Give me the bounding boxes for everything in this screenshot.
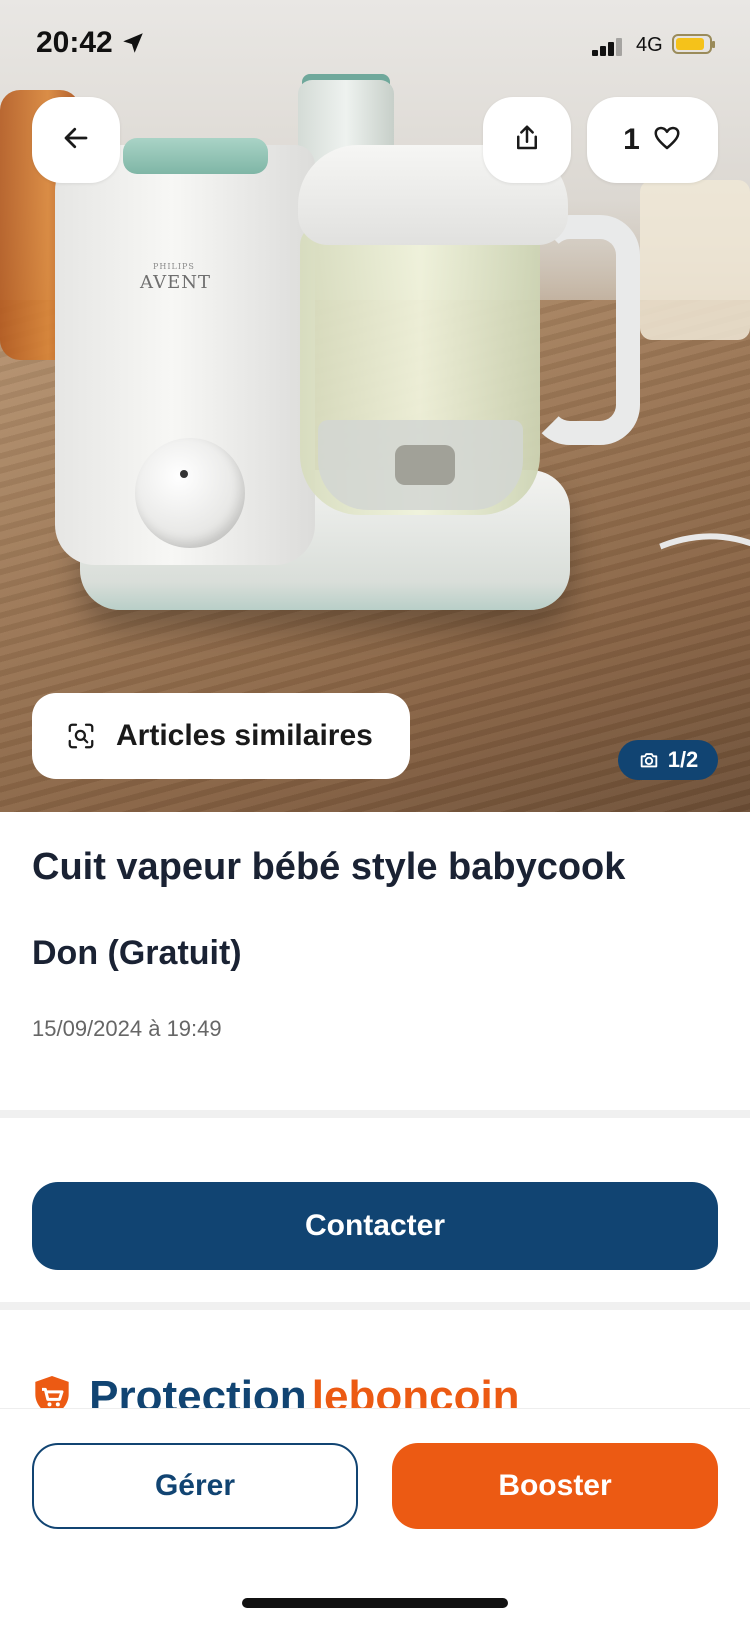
manage-button[interactable]: Gérer	[32, 1443, 358, 1529]
share-button[interactable]	[483, 97, 571, 183]
similar-articles-button[interactable]: Articles similaires	[32, 693, 410, 779]
arrow-left-icon	[61, 123, 91, 157]
photo-handle	[530, 215, 640, 445]
status-bar: 20:42 4G	[0, 0, 750, 90]
listing-date: 15/09/2024 à 19:49	[32, 1016, 222, 1041]
divider	[0, 1302, 750, 1310]
photo-knob	[135, 438, 245, 548]
visual-search-icon	[66, 721, 96, 751]
photo-blade	[395, 445, 455, 485]
share-icon	[512, 123, 542, 157]
photo-brand-small: PHILIPS	[153, 262, 195, 271]
photo-tower-cap	[123, 138, 268, 174]
photo-counter-text: 1/2	[667, 747, 699, 772]
network-type: 4G	[636, 34, 663, 56]
photo-knob-dot	[180, 470, 188, 478]
back-button[interactable]	[32, 97, 120, 183]
divider	[0, 1110, 750, 1118]
location-arrow-icon	[120, 30, 146, 60]
camera-icon	[638, 749, 660, 771]
signal-icon	[592, 36, 622, 56]
favorites-count: 1	[623, 123, 640, 156]
listing-title: Cuit vapeur bébé style babycook	[32, 846, 626, 888]
photo-jug	[640, 180, 750, 340]
photo-brand: AVENT	[140, 272, 211, 293]
heart-icon	[652, 123, 682, 157]
contact-button[interactable]: Contacter	[32, 1182, 718, 1270]
listing-price: Don (Gratuit)	[32, 934, 242, 972]
similar-articles-label: Articles similaires	[116, 719, 373, 752]
status-time: 20:42	[36, 26, 113, 59]
boost-button[interactable]: Booster	[392, 1443, 718, 1529]
photo-counter: 1/2	[618, 740, 718, 780]
battery-icon	[672, 34, 715, 54]
home-indicator[interactable]	[242, 1598, 508, 1608]
favorite-button[interactable]: 1	[587, 97, 718, 183]
